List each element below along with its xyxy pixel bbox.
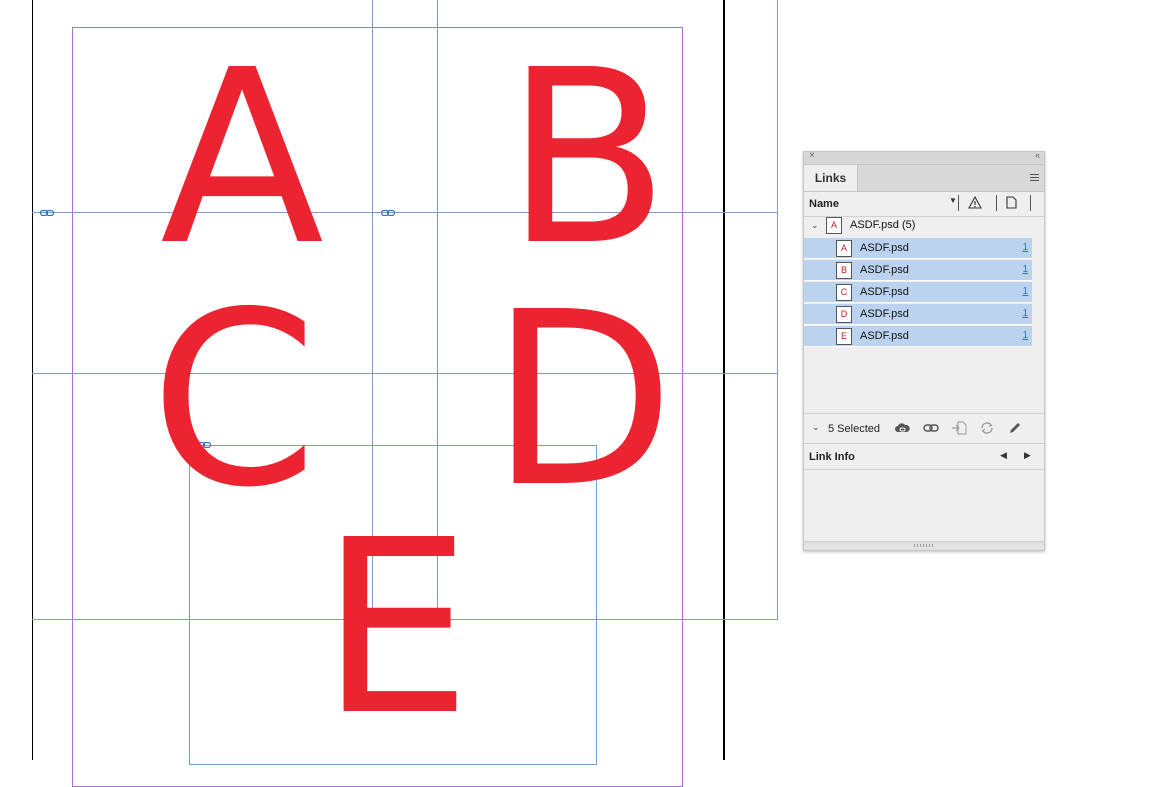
warning-icon[interactable] (968, 196, 982, 209)
link-row[interactable]: D ASDF.psd 1 (804, 304, 1032, 325)
column-header: Name ▼ (804, 192, 1044, 217)
link-row[interactable]: B ASDF.psd 1 (804, 260, 1032, 281)
collapse-icon[interactable]: ‹‹ (1035, 150, 1040, 160)
placed-letter-b[interactable]: B (505, 38, 670, 278)
link-page-number[interactable]: 1 (1022, 286, 1028, 297)
placed-letter-d[interactable]: D (490, 280, 675, 520)
page-right-edge (723, 0, 725, 760)
column-divider (1030, 195, 1031, 211)
link-filename: ASDF.psd (860, 330, 909, 342)
relink-icon[interactable] (923, 421, 939, 435)
link-page-number[interactable]: 1 (1022, 264, 1028, 275)
link-filename: ASDF.psd (860, 286, 909, 298)
link-filename: ASDF.psd (860, 264, 909, 276)
close-icon[interactable]: × (809, 150, 815, 161)
page-left-edge (32, 0, 33, 760)
update-link-icon[interactable] (979, 421, 995, 435)
link-row[interactable]: C ASDF.psd 1 (804, 282, 1032, 303)
go-to-link-icon[interactable] (951, 421, 967, 435)
chevron-down-icon[interactable]: ⌄ (811, 220, 819, 231)
placed-letter-c[interactable]: C (150, 280, 318, 520)
link-group-label: ASDF.psd (5) (850, 219, 916, 231)
links-list-empty-area[interactable] (804, 349, 1044, 413)
guide-vertical-3 (777, 0, 778, 619)
link-filename: ASDF.psd (860, 242, 909, 254)
panel-menu-icon[interactable] (1030, 174, 1039, 183)
link-page-number[interactable]: 1 (1022, 330, 1028, 341)
previous-link-icon[interactable]: ◀ (1000, 450, 1007, 461)
placed-letter-a[interactable]: A (160, 38, 324, 278)
selection-count: 5 Selected (828, 423, 880, 435)
edit-original-icon[interactable] (1007, 421, 1023, 435)
resize-grip-icon[interactable] (914, 544, 934, 547)
link-row[interactable]: A ASDF.psd 1 (804, 238, 1032, 259)
link-thumbnail: D (836, 306, 852, 323)
link-thumbnail: B (836, 262, 852, 279)
link-info-label: Link Info (809, 451, 855, 463)
link-page-number[interactable]: 1 (1022, 308, 1028, 319)
link-thumbnail: E (836, 328, 852, 345)
link-row[interactable]: E ASDF.psd 1 (804, 326, 1032, 347)
link-chain-icon[interactable] (381, 210, 395, 216)
link-chain-icon[interactable] (40, 210, 54, 216)
link-filename: ASDF.psd (860, 308, 909, 320)
links-panel: × ‹‹ Links Name ▼ ⌄ A ASDF.psd (5) A ASD… (803, 150, 1045, 551)
page-icon[interactable] (1006, 196, 1017, 209)
panel-titlebar[interactable]: × ‹‹ (804, 150, 1044, 165)
column-divider (958, 195, 959, 211)
link-thumbnail: A (836, 240, 852, 257)
column-divider (996, 195, 997, 211)
link-page-number[interactable]: 1 (1022, 242, 1028, 253)
panel-resize-bar[interactable] (804, 541, 1044, 550)
panel-tabbar: Links (804, 165, 1044, 192)
next-link-icon[interactable]: ▶ (1024, 450, 1031, 461)
placed-letter-e[interactable]: E (320, 508, 472, 748)
column-name[interactable]: Name (809, 198, 839, 210)
cloud-link-icon[interactable] (894, 421, 910, 435)
link-thumbnail: C (836, 284, 852, 301)
sort-dropdown-icon[interactable]: ▼ (949, 196, 957, 205)
chevron-down-icon[interactable]: ⌄ (812, 422, 820, 433)
links-toolbar: ⌄ 5 Selected (804, 413, 1044, 444)
link-group-row[interactable]: ⌄ A ASDF.psd (5) (804, 215, 1032, 236)
link-thumbnail: A (826, 217, 842, 234)
link-info-section: Link Info ◀ ▶ (804, 444, 1044, 470)
tab-links[interactable]: Links (804, 165, 858, 191)
